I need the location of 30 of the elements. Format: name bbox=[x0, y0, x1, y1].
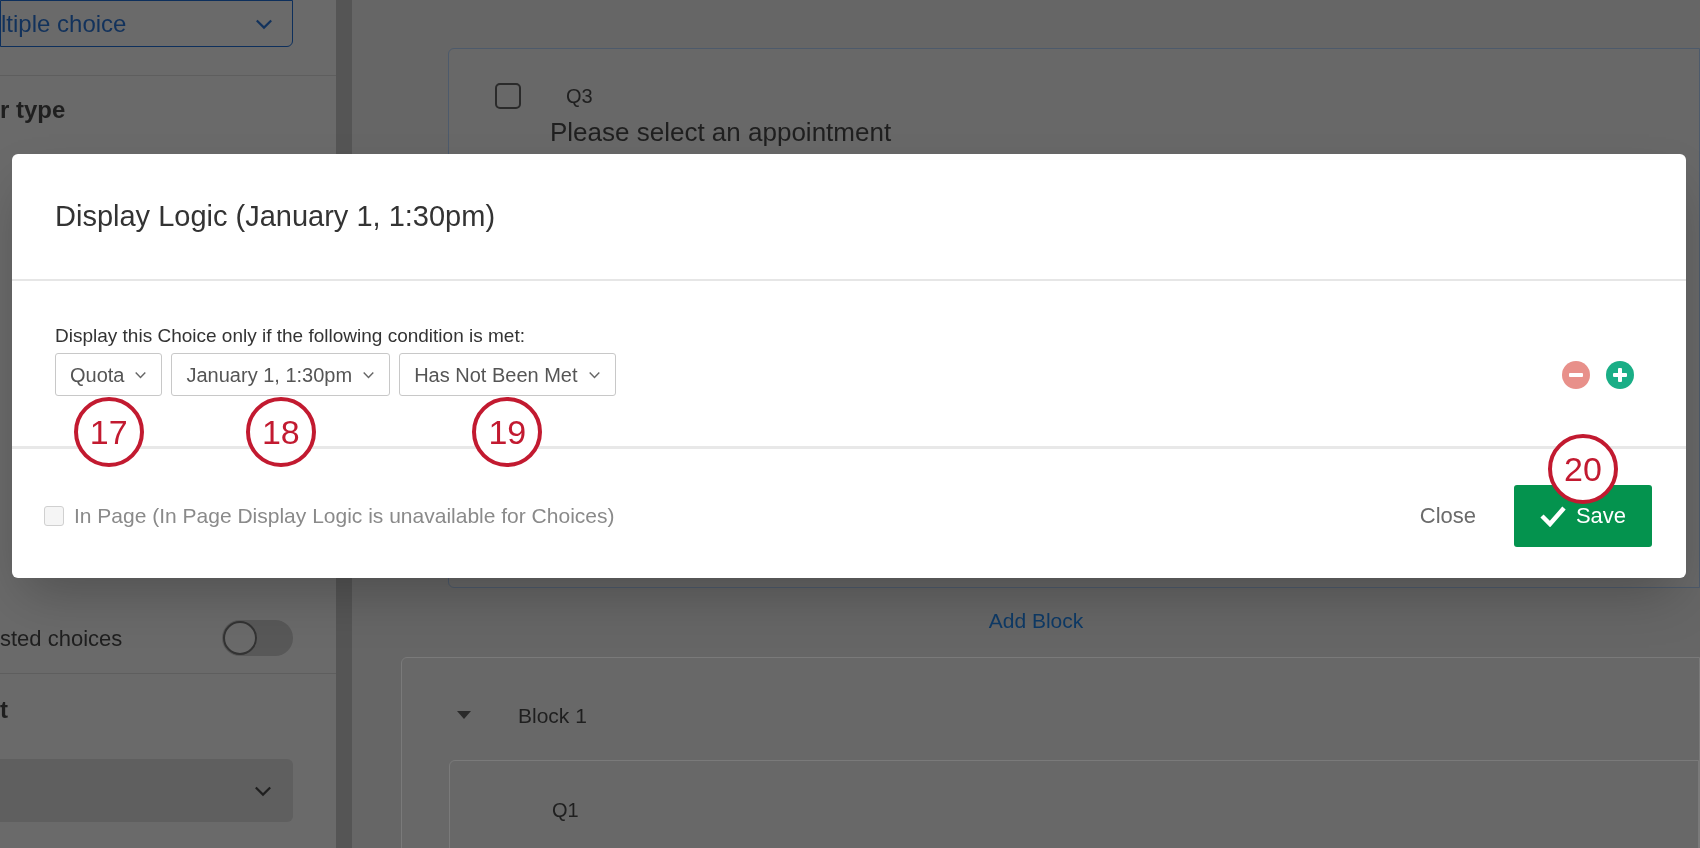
in-page-label: In Page (In Page Display Logic is unavailable for Choices) bbox=[74, 502, 615, 529]
section-heading: r type bbox=[0, 98, 67, 122]
add-condition-icon[interactable] bbox=[1606, 360, 1634, 389]
toggle-switch[interactable] bbox=[222, 620, 293, 656]
question-checkbox[interactable] bbox=[495, 83, 521, 109]
condition-dropdown[interactable]: Has Not Been Met bbox=[399, 353, 616, 396]
close-button[interactable]: Close bbox=[1419, 499, 1476, 532]
checkmark-icon bbox=[1539, 504, 1566, 527]
chevron-down-icon bbox=[253, 784, 273, 797]
callout-marker: 20 bbox=[1548, 433, 1618, 504]
callout-marker: 18 bbox=[245, 397, 316, 467]
callout-marker: 17 bbox=[73, 397, 144, 467]
remove-condition-icon[interactable] bbox=[1562, 360, 1590, 389]
save-button[interactable]: Save bbox=[1514, 484, 1652, 547]
condition-dropdown[interactable]: January 1, 1:30pm bbox=[171, 353, 391, 396]
chevron-down-icon bbox=[134, 370, 148, 379]
question-number: Q3 bbox=[566, 84, 593, 109]
block-title: Block 1 bbox=[518, 702, 587, 729]
question-number: Q1 bbox=[552, 799, 579, 821]
callout-marker: 19 bbox=[472, 397, 543, 467]
toggle-label: sted choices bbox=[0, 624, 123, 653]
condition-label: Display this Choice only if the following condition is met: bbox=[55, 326, 526, 345]
question-text: Please select an appointment bbox=[550, 119, 893, 145]
collapse-caret-icon[interactable] bbox=[457, 711, 471, 720]
dialog-title: Display Logic (January 1, 1:30pm) bbox=[55, 198, 496, 234]
chevron-down-icon bbox=[587, 370, 601, 379]
chevron-down-icon bbox=[254, 17, 274, 30]
chevron-down-icon bbox=[362, 370, 376, 379]
section-heading: t bbox=[0, 698, 9, 722]
condition-dropdown[interactable]: Quota bbox=[55, 353, 163, 396]
